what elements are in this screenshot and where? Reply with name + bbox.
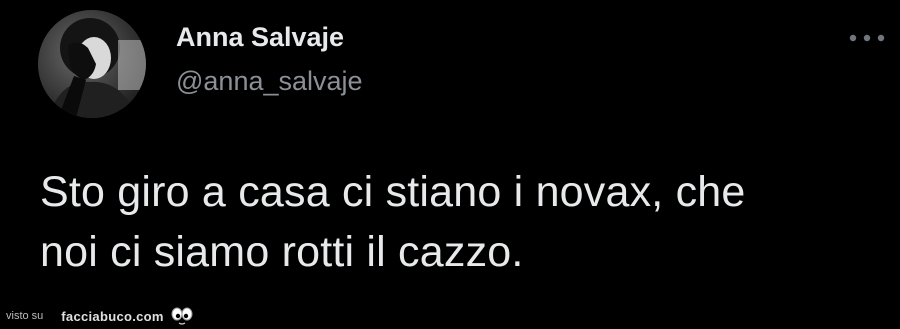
tweet-text-line: noi ci siamo rotti il cazzo. — [40, 228, 524, 276]
more-horizontal-icon[interactable] — [846, 28, 888, 48]
tweet-text-line: Sto giro a casa ci stiano i novax, che — [40, 168, 746, 216]
avatar[interactable] — [38, 10, 146, 118]
watermark: visto su facciabuco.com — [6, 305, 194, 327]
tweet-card: Anna Salvaje @anna_salvaje Sto giro a ca… — [0, 0, 900, 329]
user-handle[interactable]: @anna_salvaje — [176, 66, 363, 97]
watermark-site: facciabuco.com — [61, 308, 164, 324]
display-name[interactable]: Anna Salvaje — [176, 22, 344, 53]
watermark-prefix: visto su — [6, 310, 44, 322]
eyes-logo-icon — [171, 307, 193, 325]
tweet-text: Sto giro a casa ci stiano i novax, che n… — [40, 162, 880, 282]
avatar-photo — [38, 10, 146, 118]
